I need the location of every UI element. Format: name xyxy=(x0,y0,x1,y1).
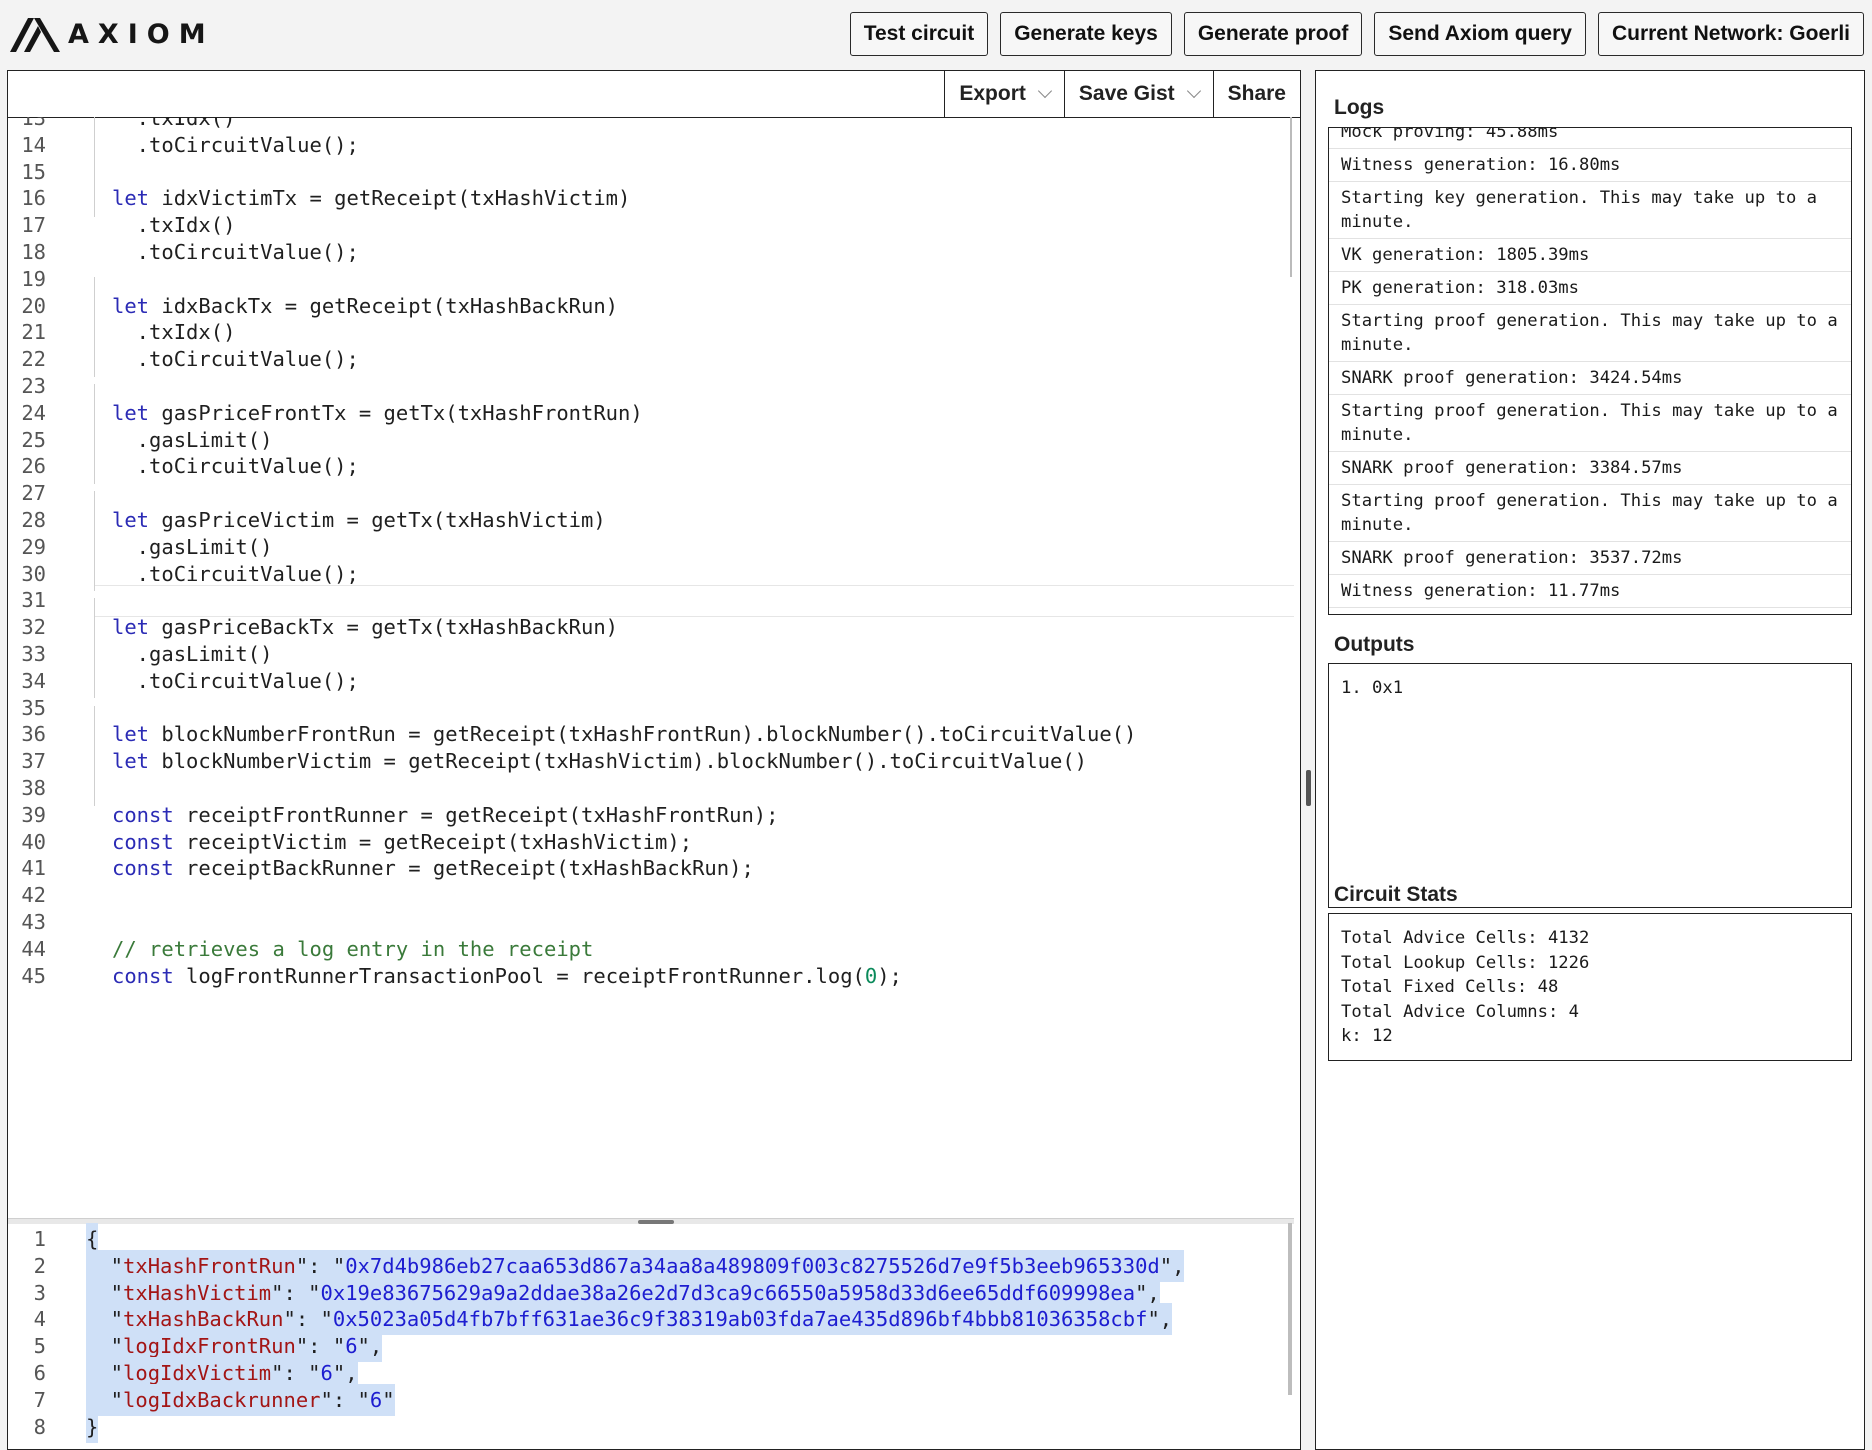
log-entry: Starting proof generation. This may take… xyxy=(1329,305,1851,362)
test-circuit-button[interactable]: Test circuit xyxy=(849,12,989,56)
send-axiom-query-button[interactable]: Send Axiom query xyxy=(1374,12,1586,56)
export-dropdown[interactable]: Export xyxy=(944,71,1064,117)
json-text: } xyxy=(86,1410,99,1443)
log-entry: PK generation: 318.03ms xyxy=(1329,272,1851,305)
log-entry: Witness generation: 16.80ms xyxy=(1329,149,1851,182)
indent-guide xyxy=(94,598,95,698)
network-selector-button[interactable]: Current Network: Goerli xyxy=(1597,12,1864,56)
log-entry: Starting proof generation. This may take… xyxy=(1329,395,1851,452)
code-line: 45 const logFrontRunnerTransactionPool = … xyxy=(8,960,1294,992)
indent-guide xyxy=(94,384,95,484)
pane-resize-handle[interactable] xyxy=(1306,770,1311,806)
json-line: 8} xyxy=(8,1410,1294,1443)
circuit-stat: Total Fixed Cells: 48 xyxy=(1341,977,1559,997)
log-entry: Mock proving: 29.23ms xyxy=(1329,608,1851,614)
logs-box[interactable]: Mock proving: 45.88ms Witness generation:… xyxy=(1328,127,1852,615)
axiom-logo-icon xyxy=(10,18,60,52)
circuit-stats-title: Circuit Stats xyxy=(1334,883,1458,906)
code-editor[interactable]: 13 .txIdx() 14 .toCircuitValue(); 15 16 let … xyxy=(8,117,1294,1217)
log-entry: VK generation: 1805.39ms xyxy=(1329,239,1851,272)
chevron-down-icon xyxy=(1037,83,1052,99)
logs-title: Logs xyxy=(1334,96,1385,119)
circuit-stats-list: Total Advice Cells: 4132 Total Lookup Cel… xyxy=(1329,914,1851,1060)
log-entry: Mock proving: 45.88ms xyxy=(1329,128,1851,149)
editor-pane: Export Save Gist Share 13 .txIdx() 14 .to… xyxy=(7,70,1301,1450)
line-number: 8 xyxy=(33,1414,46,1439)
circuit-stats-box: Total Advice Cells: 4132 Total Lookup Cel… xyxy=(1328,913,1852,1061)
log-entry: SNARK proof generation: 3384.57ms xyxy=(1329,452,1851,485)
save-gist-label: Save Gist xyxy=(1078,82,1175,105)
chevron-down-icon xyxy=(1186,83,1201,99)
axiom-logo: AXIOM xyxy=(8,14,215,54)
export-label: Export xyxy=(959,82,1026,105)
save-gist-dropdown[interactable]: Save Gist xyxy=(1063,71,1213,117)
generate-keys-button[interactable]: Generate keys xyxy=(1000,12,1172,56)
circuit-stat: k: 12 xyxy=(1341,1026,1393,1046)
outputs-title: Outputs xyxy=(1334,633,1415,656)
top-bar: AXIOM Test circuit Generate keys Generat… xyxy=(0,0,1872,68)
indent-guide xyxy=(94,491,95,591)
brand-name: AXIOM xyxy=(68,18,215,50)
outputs-list: 1. 0x1 xyxy=(1329,664,1851,713)
indent-guide xyxy=(94,117,95,217)
generate-proof-button[interactable]: Generate proof xyxy=(1183,12,1363,56)
editor-toolbar: Export Save Gist Share xyxy=(8,71,1300,118)
output-item: 1. 0x1 xyxy=(1341,678,1404,698)
indent-guide xyxy=(94,706,95,806)
log-entry: Starting proof generation. This may take… xyxy=(1329,485,1851,542)
side-panel: Logs Mock proving: 45.88ms Witness genera… xyxy=(1315,70,1865,1450)
outputs-box: 1. 0x1 xyxy=(1328,663,1852,908)
circuit-stat: Total Advice Columns: 4 xyxy=(1341,1001,1579,1022)
log-entry: Starting key generation. This may take u… xyxy=(1329,182,1851,239)
circuit-stat: Total Advice Cells: 4132 xyxy=(1341,928,1590,948)
log-entry: SNARK proof generation: 3424.54ms xyxy=(1329,362,1851,395)
log-entry: Witness generation: 11.77ms xyxy=(1329,575,1851,608)
indent-guide xyxy=(94,277,95,377)
code-text: const logFrontRunnerTransactionPool = re… xyxy=(112,963,902,988)
inputs-json-editor[interactable]: 1{2 "txHashFrontRun": "0x7d4b986eb27caa6… xyxy=(8,1223,1294,1449)
share-button[interactable]: Share xyxy=(1212,71,1300,117)
circuit-stat: Total Lookup Cells: 1226 xyxy=(1341,952,1590,973)
log-entry: SNARK proof generation: 3537.72ms xyxy=(1329,542,1851,575)
line-number: 45 xyxy=(21,963,46,988)
